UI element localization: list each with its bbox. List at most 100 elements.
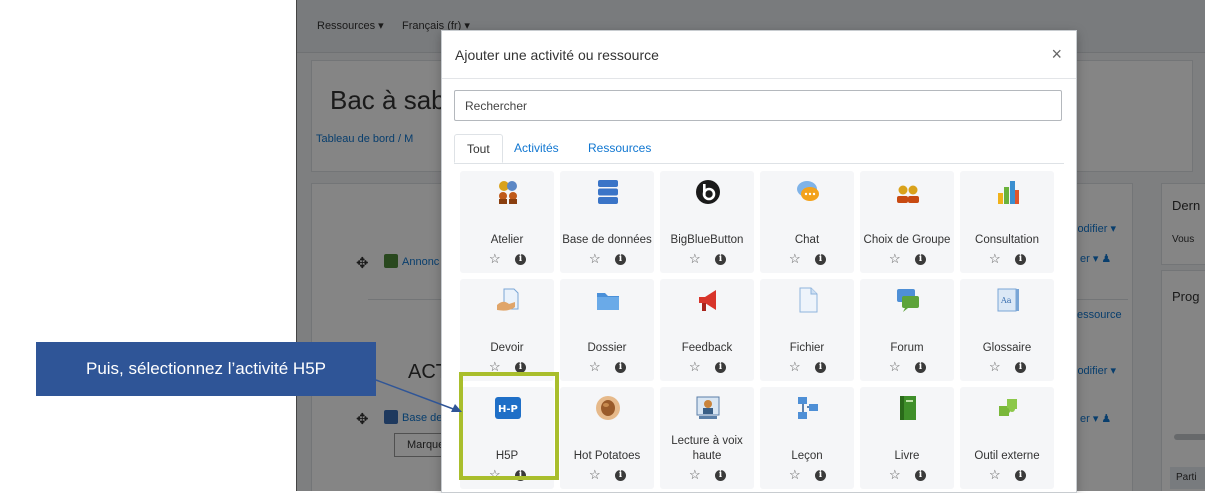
tile-livre[interactable]: Livre ☆ i	[860, 387, 954, 489]
star-icon[interactable]: ☆	[889, 251, 901, 267]
star-icon[interactable]: ☆	[689, 359, 701, 375]
info-icon[interactable]: i	[1015, 470, 1026, 481]
tile-label: Base de données	[562, 234, 652, 246]
info-icon[interactable]: i	[815, 362, 826, 373]
star-icon[interactable]: ☆	[989, 251, 1001, 267]
star-icon[interactable]: ☆	[789, 467, 801, 483]
tile-choix-de-groupe[interactable]: Choix de Groupe ☆ i	[860, 171, 954, 273]
add-activity-dialog: Ajouter une activité ou ressource × Tout…	[441, 30, 1077, 493]
tile-outil-externe[interactable]: Outil externe ☆ i	[960, 387, 1054, 489]
file-icon	[799, 287, 818, 313]
dialog-header: Ajouter une activité ou ressource ×	[442, 31, 1076, 79]
tile-label: Livre	[894, 450, 920, 462]
star-icon[interactable]: ☆	[789, 359, 801, 375]
lesson-icon	[798, 397, 818, 419]
svg-text:Aa: Aa	[1000, 296, 1012, 305]
group-choice-icon	[897, 185, 919, 203]
hot-potatoes-icon	[596, 396, 620, 420]
tile-label: Atelier	[490, 234, 524, 246]
bigbluebutton-icon	[696, 180, 720, 204]
info-icon[interactable]: i	[515, 254, 526, 265]
glossary-icon: Aa	[997, 288, 1019, 312]
tab-resources[interactable]: Ressources	[576, 134, 663, 163]
info-icon[interactable]: i	[615, 470, 626, 481]
tile-label: Fichier	[789, 342, 825, 354]
info-icon[interactable]: i	[915, 470, 926, 481]
info-icon[interactable]: i	[615, 362, 626, 373]
search-input[interactable]	[454, 90, 1062, 121]
folder-icon	[597, 293, 619, 310]
dialog-title: Ajouter une activité ou ressource	[455, 47, 659, 63]
tile-label: Leçon	[791, 450, 823, 462]
tile-bigbluebutton[interactable]: BigBlueButton ☆ i	[660, 171, 754, 273]
workshop-icon	[499, 181, 517, 204]
tile-label: Forum	[890, 342, 924, 354]
tile-fichier[interactable]: Fichier ☆ i	[760, 279, 854, 381]
tile-label: Chat	[794, 234, 820, 246]
tile-forum[interactable]: Forum ☆ i	[860, 279, 954, 381]
assignment-icon	[497, 288, 519, 311]
star-icon[interactable]: ☆	[589, 359, 601, 375]
tab-activities[interactable]: Activités	[502, 134, 571, 163]
tile-label: BigBlueButton	[670, 234, 744, 246]
close-icon[interactable]: ×	[1051, 44, 1062, 65]
star-icon[interactable]: ☆	[989, 467, 1001, 483]
star-icon[interactable]: ☆	[589, 467, 601, 483]
info-icon[interactable]: i	[915, 362, 926, 373]
tile-label: Feedback	[681, 342, 733, 354]
star-icon[interactable]: ☆	[589, 251, 601, 267]
instruction-callout: Puis, sélectionnez l’activité H5P	[36, 342, 376, 396]
info-icon[interactable]: i	[815, 470, 826, 481]
star-icon[interactable]: ☆	[689, 251, 701, 267]
star-icon[interactable]: ☆	[489, 251, 501, 267]
info-icon[interactable]: i	[815, 254, 826, 265]
tile-dossier[interactable]: Dossier ☆ i	[560, 279, 654, 381]
tile-h5p[interactable]: H-P H5P ☆ i	[460, 387, 554, 489]
tile-label: Choix de Groupe	[863, 234, 951, 246]
tile-base-de-donnees[interactable]: Base de données ☆ i	[560, 171, 654, 273]
tile-label: H5P	[495, 450, 519, 462]
info-icon[interactable]: i	[615, 254, 626, 265]
tile-feedback[interactable]: Feedback ☆ i	[660, 279, 754, 381]
feedback-chart-icon	[998, 181, 1019, 204]
tile-hot-potatoes[interactable]: Hot Potatoes ☆ i	[560, 387, 654, 489]
info-icon[interactable]: i	[915, 254, 926, 265]
info-icon[interactable]: i	[1015, 254, 1026, 265]
star-icon[interactable]: ☆	[889, 467, 901, 483]
tile-label: Glossaire	[982, 342, 1032, 354]
star-icon[interactable]: ☆	[489, 359, 501, 375]
tile-label: Devoir	[490, 342, 524, 354]
megaphone-icon	[699, 290, 716, 311]
tile-glossaire[interactable]: Aa Glossaire ☆ i	[960, 279, 1054, 381]
info-icon[interactable]: i	[715, 254, 726, 265]
info-icon[interactable]: i	[715, 470, 726, 481]
tile-atelier[interactable]: Atelier ☆ i	[460, 171, 554, 273]
tile-devoir[interactable]: Devoir ☆ i	[460, 279, 554, 381]
tile-label: Consultation	[975, 234, 1039, 246]
book-icon	[900, 396, 916, 420]
read-aloud-icon	[696, 396, 720, 419]
tile-label: Lecture à voix haute	[671, 435, 743, 462]
info-icon[interactable]: i	[715, 362, 726, 373]
star-icon[interactable]: ☆	[989, 359, 1001, 375]
tile-label: Hot Potatoes	[573, 450, 641, 462]
tab-all[interactable]: Tout	[454, 134, 503, 163]
category-tabs: Tout Activités Ressources	[454, 134, 1064, 164]
h5p-icon: H-P	[495, 397, 521, 419]
tile-consultation[interactable]: Consultation ☆ i	[960, 171, 1054, 273]
star-icon[interactable]: ☆	[889, 359, 901, 375]
info-icon[interactable]: i	[1015, 362, 1026, 373]
tile-lecture-a-voix-haute[interactable]: Lecture à voix haute ☆ i	[660, 387, 754, 489]
svg-text:H-P: H-P	[498, 404, 518, 415]
info-icon[interactable]: i	[515, 362, 526, 373]
forum-icon	[897, 289, 919, 312]
star-icon[interactable]: ☆	[689, 467, 701, 483]
tile-lecon[interactable]: Leçon ☆ i	[760, 387, 854, 489]
tile-chat[interactable]: Chat ☆ i	[760, 171, 854, 273]
tile-label: Dossier	[587, 342, 627, 354]
star-icon[interactable]: ☆	[789, 251, 801, 267]
chat-icon	[797, 181, 819, 201]
info-icon[interactable]: i	[515, 470, 526, 481]
tile-label: Outil externe	[974, 450, 1040, 462]
star-icon[interactable]: ☆	[489, 467, 501, 483]
